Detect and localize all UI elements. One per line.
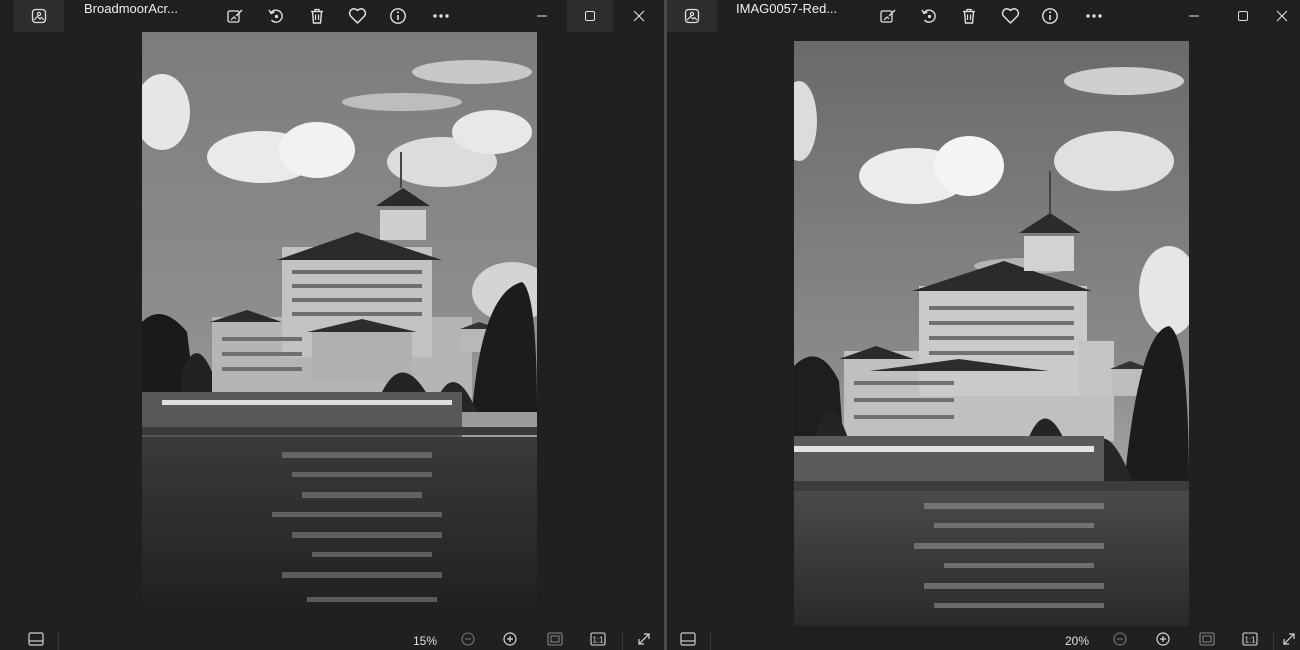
rotate-icon[interactable] [259,0,293,32]
rotate-icon[interactable] [912,0,946,32]
filmstrip-icon[interactable] [26,632,46,650]
title-bar[interactable]: BroadmoorAcr... [0,0,664,32]
image-canvas[interactable] [0,32,664,626]
fit-to-window-icon[interactable] [1197,632,1217,650]
actual-size-icon[interactable]: 1:1 [588,632,608,650]
filmstrip-icon[interactable] [678,632,698,650]
fit-to-window-icon[interactable] [545,632,565,650]
more-icon[interactable] [1077,0,1111,32]
minimize-button[interactable] [519,0,565,32]
title-bar[interactable]: IMAG0057-Red... [667,0,1300,32]
favorite-icon[interactable] [993,0,1027,32]
photo-broadmoor-hotel [142,32,537,626]
full-screen-icon[interactable] [1282,632,1300,650]
separator [1273,632,1274,650]
favorite-icon[interactable] [340,0,374,32]
photos-app-icon[interactable] [14,0,64,32]
svg-text:1:1: 1:1 [592,636,604,645]
close-button[interactable] [616,0,662,32]
separator [622,632,623,650]
separator [710,632,711,650]
delete-icon[interactable] [952,0,986,32]
separator [58,632,59,650]
status-bar: 20% 1:1 [667,626,1300,650]
zoom-out-icon[interactable] [1110,632,1130,650]
zoom-level: 15% [412,634,438,648]
info-icon[interactable] [381,0,415,32]
zoom-level: 20% [1064,634,1090,648]
maximize-button[interactable] [1220,0,1266,32]
more-icon[interactable] [424,0,458,32]
photo-viewer-window-right: IMAG0057-Red... 20% 1:1 [667,0,1300,650]
delete-icon[interactable] [300,0,334,32]
info-icon[interactable] [1033,0,1067,32]
zoom-in-icon[interactable] [1153,632,1173,650]
photo-imag0057 [794,41,1189,626]
zoom-in-icon[interactable] [500,632,520,650]
actual-size-icon[interactable]: 1:1 [1240,632,1260,650]
window-title: BroadmoorAcr... [84,1,178,16]
minimize-button[interactable] [1171,0,1217,32]
photos-app-icon[interactable] [667,0,717,32]
svg-text:1:1: 1:1 [1244,636,1256,645]
maximize-button[interactable] [567,0,613,32]
image-canvas[interactable] [667,32,1300,626]
window-title: IMAG0057-Red... [736,1,838,16]
zoom-out-icon[interactable] [458,632,478,650]
full-screen-icon[interactable] [634,632,654,650]
close-button[interactable] [1264,0,1300,32]
photo-viewer-window-left: BroadmoorAcr... 15% 1:1 [0,0,664,650]
edit-image-icon[interactable] [871,0,905,32]
status-bar: 15% 1:1 [0,626,664,650]
edit-image-icon[interactable] [218,0,252,32]
